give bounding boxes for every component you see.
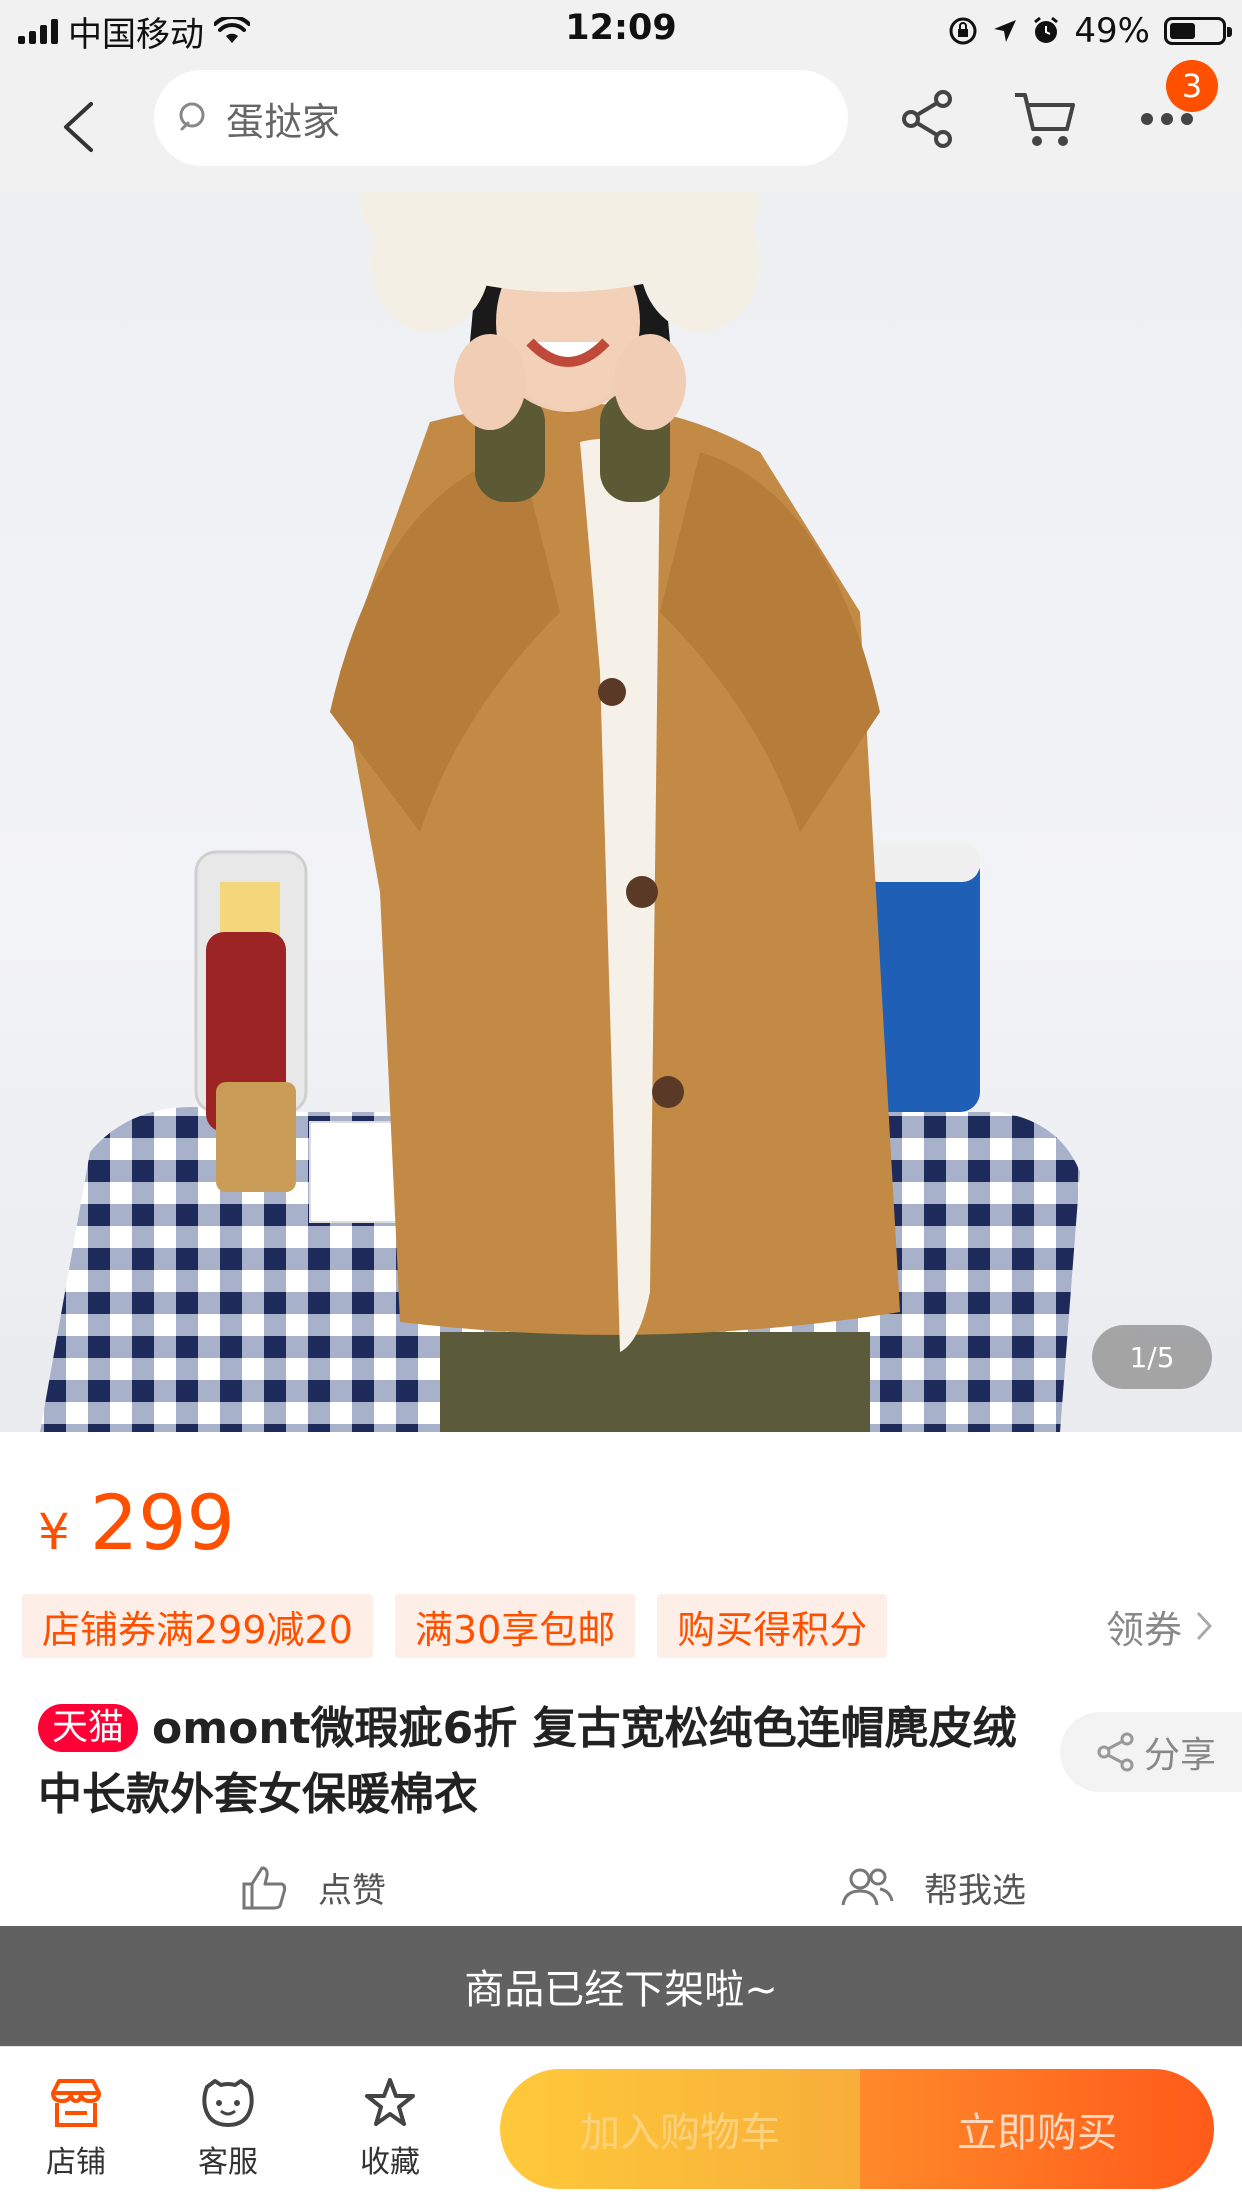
buy-now-button[interactable]: 立即购买 (860, 2069, 1214, 2189)
product-photo (40, 192, 1080, 1432)
like-button[interactable]: 点赞 (240, 1852, 386, 1922)
chevron-left-icon (64, 102, 93, 152)
star-icon (365, 2078, 415, 2126)
customer-service-icon (202, 2079, 254, 2127)
tmall-badge: 天猫 (38, 1704, 139, 1752)
more-icon (1141, 113, 1193, 125)
currency-symbol: ¥ (38, 1503, 70, 1561)
promo-tag-coupon[interactable]: 店铺券满299减20 (22, 1594, 373, 1658)
favorite-label: 收藏 (360, 2145, 420, 2180)
add-to-cart-button[interactable]: 加入购物车 (500, 2069, 860, 2189)
back-button[interactable] (48, 92, 108, 162)
alarm-icon (1034, 16, 1059, 43)
rotation-lock-icon (949, 17, 977, 45)
favorite-tab[interactable]: 收藏 (330, 2077, 450, 2181)
share-icon (902, 90, 952, 148)
action-row: 点赞 帮我选 (0, 1852, 1242, 1922)
status-right: 49% (948, 10, 1232, 52)
share-button[interactable] (892, 84, 962, 154)
customer-service-tab[interactable]: 客服 (168, 2077, 288, 2181)
product-title-block: 天猫 omont微瑕疵6折 复古宽松纯色连帽麂皮绒中长款外套女保暖棉衣 (38, 1696, 1048, 1828)
get-coupon-link[interactable]: 领券 (1106, 1594, 1212, 1658)
battery-percent: 49% (1074, 11, 1150, 51)
promo-tag-points[interactable]: 购买得积分 (657, 1594, 888, 1658)
product-image-gallery[interactable] (0, 192, 1242, 1432)
customer-service-label: 客服 (198, 2145, 258, 2180)
share-product-button[interactable]: 分享 (1060, 1712, 1242, 1792)
search-input[interactable]: 蛋挞家 (154, 70, 848, 166)
help-choose-label: 帮我选 (924, 1870, 1026, 1911)
product-title: omont微瑕疵6折 复古宽松纯色连帽麂皮绒中长款外套女保暖棉衣 (38, 1703, 1017, 1820)
search-icon (179, 102, 205, 131)
promo-tags: 店铺券满299减20 满30享包邮 购买得积分 (22, 1594, 888, 1658)
like-label: 点赞 (318, 1870, 386, 1911)
cart-icon (1015, 93, 1075, 146)
battery-icon (1164, 17, 1232, 45)
delisted-notice: 商品已经下架啦~ (0, 1926, 1242, 2046)
price-value: 299 (89, 1478, 235, 1567)
image-counter: 1/5 (1092, 1325, 1212, 1389)
nav-bar: 蛋挞家 3 (0, 60, 1242, 192)
get-coupon-label: 领券 (1105, 1607, 1182, 1652)
chevron-right-icon (1196, 1611, 1212, 1641)
notification-badge: 3 (1166, 60, 1218, 112)
help-choose-button[interactable]: 帮我选 (840, 1852, 1026, 1922)
store-icon (51, 2079, 101, 2127)
cart-button[interactable] (1010, 84, 1080, 154)
store-label: 店铺 (46, 2145, 106, 2180)
search-placeholder: 蛋挞家 (226, 99, 341, 144)
store-tab[interactable]: 店铺 (16, 2077, 136, 2181)
thumbs-up-icon (242, 1866, 287, 1910)
people-icon (841, 1868, 894, 1906)
bottom-bar: 店铺 客服 收藏 加入购物车 立即购买 (0, 2046, 1242, 2209)
share-icon (1097, 1732, 1134, 1772)
promo-tag-shipping[interactable]: 满30享包邮 (394, 1594, 636, 1658)
price: ¥ 299 (38, 1478, 235, 1567)
status-bar: 中国移动 12:09 49% (0, 0, 1242, 62)
share-label: 分享 (1144, 1735, 1217, 1776)
location-icon (994, 20, 1017, 42)
